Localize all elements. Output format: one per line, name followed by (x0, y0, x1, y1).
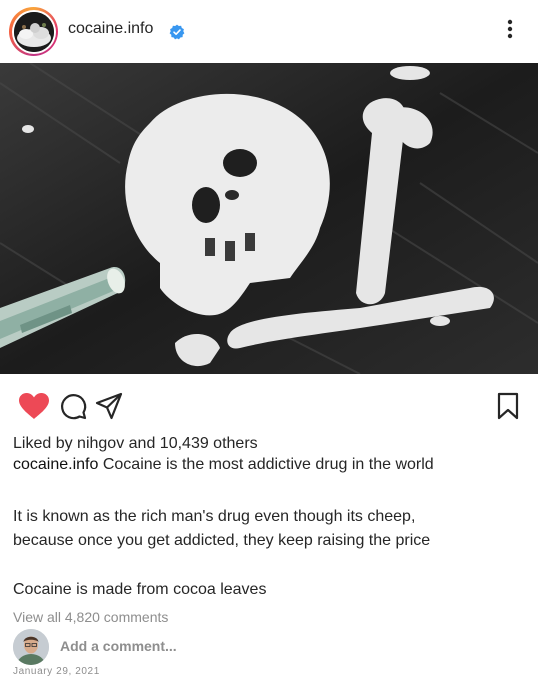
caption-text-2: It is known as the rich man's drug even … (13, 508, 416, 525)
view-all-comments-link[interactable]: View all 4,820 comments (13, 609, 168, 625)
more-vertical-icon[interactable] (500, 17, 520, 41)
verified-badge-icon (169, 24, 185, 40)
caption-line-1: cocaine.info Cocaine is the most addicti… (13, 456, 434, 474)
post-username[interactable]: cocaine.info (68, 20, 153, 38)
profile-avatar[interactable] (9, 7, 58, 56)
likes-prefix: Liked by (13, 435, 78, 452)
current-user-avatar (13, 629, 49, 665)
caption-text-1: Cocaine is the most addictive drug in th… (98, 456, 434, 473)
heart-filled-icon[interactable] (17, 391, 51, 421)
likes-count-link[interactable]: 10,439 others (160, 435, 258, 452)
add-comment-input[interactable]: Add a comment... (60, 638, 177, 654)
avatar-border (11, 9, 56, 54)
likes-middle: and (124, 435, 160, 452)
add-comment-row: Add a comment... (0, 628, 538, 666)
post-image[interactable] (0, 63, 538, 374)
likes-summary: Liked by nihgov and 10,439 others (13, 435, 258, 453)
avatar-image (13, 11, 54, 52)
send-icon[interactable] (94, 391, 124, 421)
likes-user-link[interactable]: nihgov (77, 435, 124, 452)
post-date: January 29, 2021 (13, 666, 100, 677)
caption-text-3: because once you get addicted, they keep… (13, 532, 431, 549)
post-actions (0, 383, 538, 427)
caption-username[interactable]: cocaine.info (13, 456, 98, 473)
post-header: cocaine.info (0, 0, 538, 63)
comment-icon[interactable] (58, 391, 88, 421)
caption-text-4: Cocaine is made from cocoa leaves (13, 581, 267, 598)
bookmark-icon[interactable] (493, 391, 523, 421)
